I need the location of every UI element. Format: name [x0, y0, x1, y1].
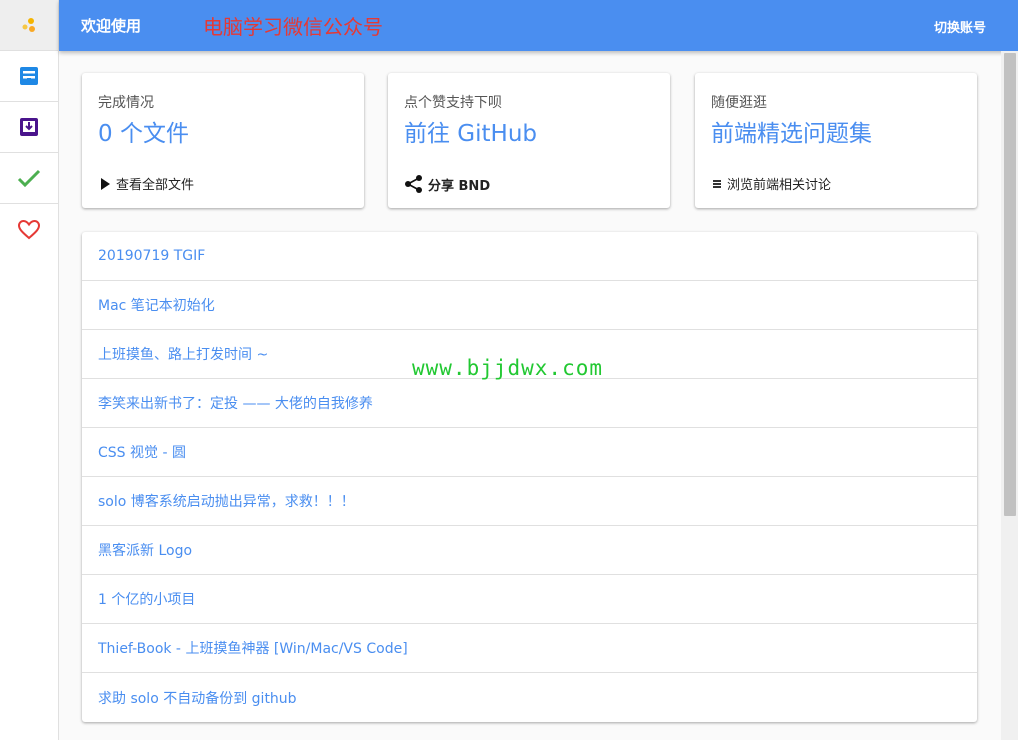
sidebar-item-favorites[interactable] [0, 204, 58, 255]
list-item[interactable]: 求助 solo 不自动备份到 github [82, 673, 977, 722]
check-icon [17, 169, 41, 188]
list-item[interactable]: 李笑来出新书了：定投 —— 大佬的自我修养 [82, 379, 977, 428]
sidebar-item-inbox[interactable] [0, 51, 58, 102]
sidebar [0, 0, 59, 740]
card-github: 点个赞支持下呗 前往 GitHub 分享 BND [388, 73, 670, 208]
share-icon [405, 175, 422, 193]
card-caption: 点个赞支持下呗 [404, 95, 502, 111]
share-label: 分享 BND [428, 178, 491, 194]
list-item[interactable]: 20190719 TGIF [82, 232, 977, 281]
github-link[interactable]: 前往 GitHub [404, 114, 537, 148]
card-caption: 完成情况 [98, 95, 154, 111]
card-completion: 完成情况 0 个文件 查看全部文件 [82, 73, 364, 208]
heart-icon [18, 219, 40, 239]
list-item[interactable]: CSS 视觉 - 圆 [82, 428, 977, 477]
promo-text: 电脑学习微信公众号 [203, 15, 383, 39]
logo-dots-icon [22, 18, 35, 32]
browse-discussions-link[interactable]: 浏览前端相关讨论 [711, 174, 831, 193]
sidebar-item-download[interactable] [0, 102, 58, 153]
card-explore: 随便逛逛 前端精选问题集 浏览前端相关讨论 [695, 73, 977, 208]
sidebar-logo[interactable] [0, 0, 58, 51]
switch-account-button[interactable]: 切换账号 [934, 17, 986, 36]
sidebar-item-done[interactable] [0, 153, 58, 204]
browse-discussions-label: 浏览前端相关讨论 [727, 178, 832, 193]
share-link[interactable]: 分享 BND [404, 174, 490, 194]
article-list: 20190719 TGIF Mac 笔记本初始化 上班摸鱼、路上打发时间 ~ 李… [82, 232, 977, 722]
card-file-count: 0 个文件 [98, 121, 189, 147]
play-icon [101, 177, 110, 190]
topbar: 欢迎使用 电脑学习微信公众号 切换账号 [59, 0, 1018, 51]
download-box-icon [20, 118, 38, 136]
view-all-files-link[interactable]: 查看全部文件 [98, 174, 194, 193]
scrollbar-thumb[interactable] [1004, 53, 1016, 516]
frontend-questions-link[interactable]: 前端精选问题集 [711, 114, 872, 148]
list-item[interactable]: Mac 笔记本初始化 [82, 281, 977, 330]
card-caption: 随便逛逛 [711, 95, 767, 111]
welcome-title: 欢迎使用 [81, 17, 142, 35]
scrollbar[interactable] [1001, 51, 1018, 740]
list-item[interactable]: 黑客派新 Logo [82, 526, 977, 575]
list-item[interactable]: 1 个亿的小项目 [82, 575, 977, 624]
list-item[interactable]: solo 博客系统启动抛出异常，求救！！！ [82, 477, 977, 526]
watermark: www.bjjdwx.com [412, 356, 604, 380]
view-all-files-label: 查看全部文件 [116, 178, 195, 193]
list-item[interactable]: Thief-Book - 上班摸鱼神器 [Win/Mac/VS Code] [82, 624, 977, 673]
bars-icon [713, 179, 721, 188]
inbox-icon [20, 67, 38, 85]
